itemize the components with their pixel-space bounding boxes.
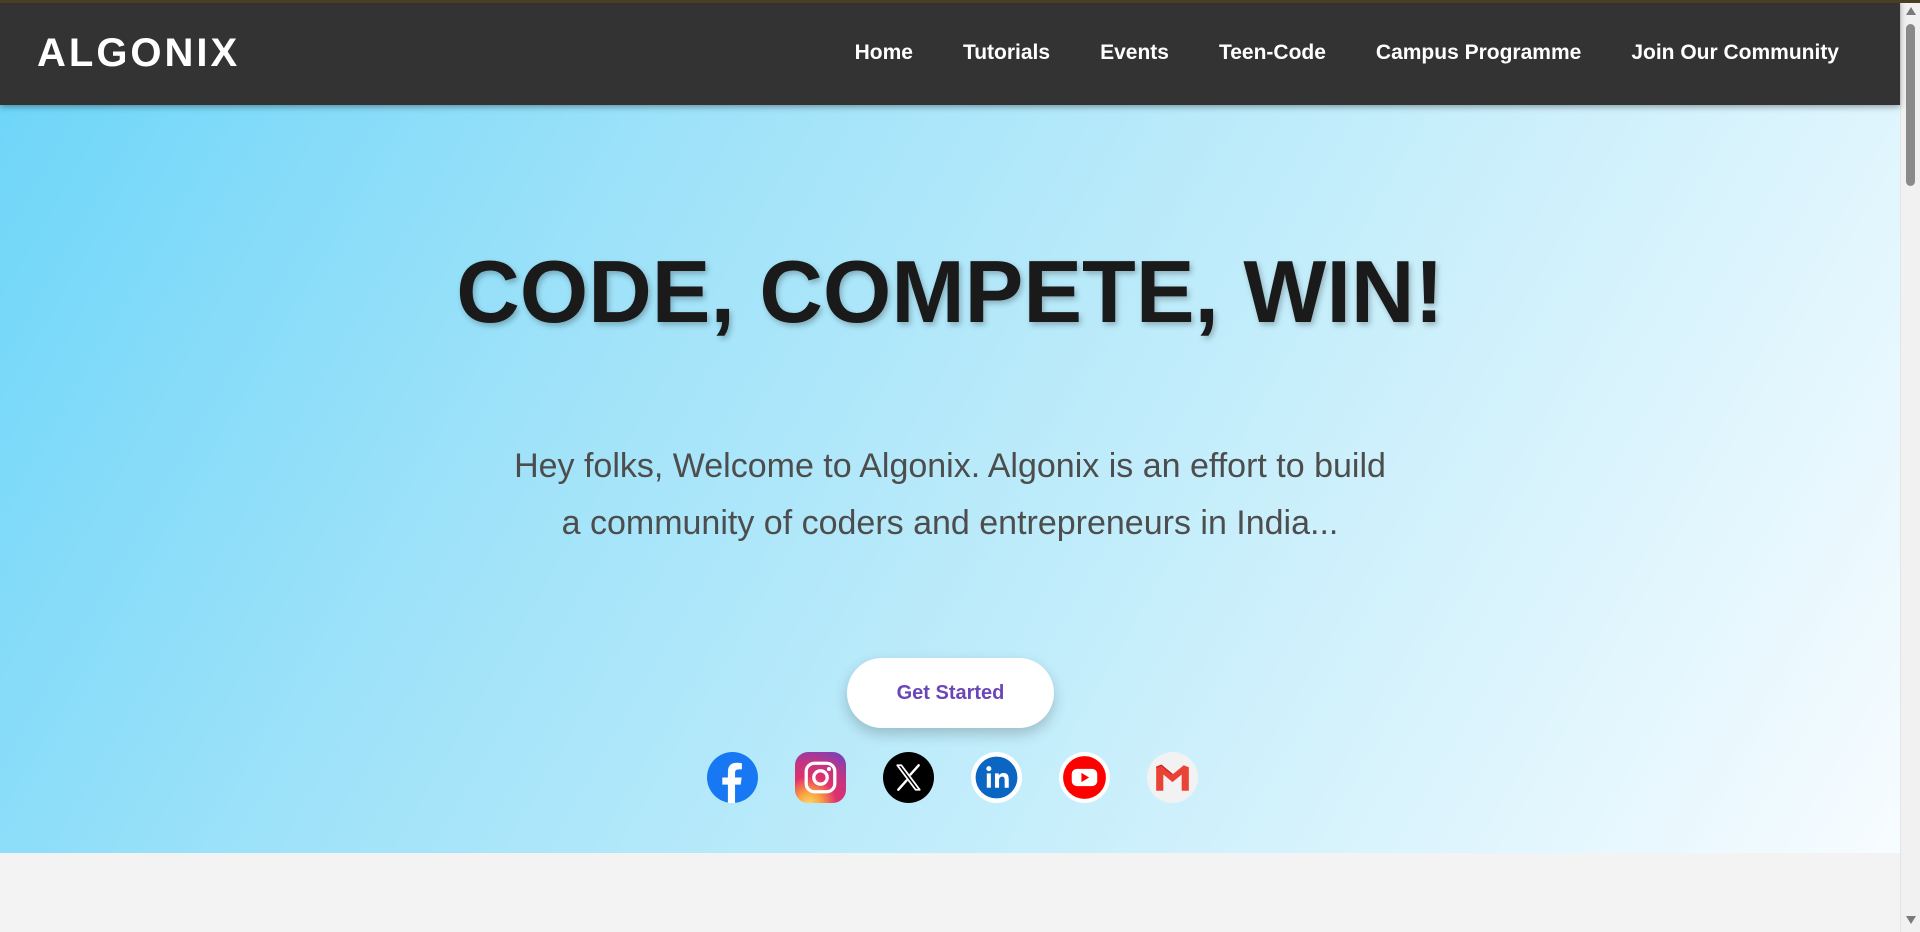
hero-section: CODE, COMPETE, WIN! Hey folks, Welcome t… [0, 105, 1900, 853]
scroll-up-arrow-icon[interactable] [1906, 7, 1916, 15]
nav-link-join-community[interactable]: Join Our Community [1631, 40, 1839, 66]
hero-headline: CODE, COMPETE, WIN! [456, 242, 1444, 341]
nav-link-events[interactable]: Events [1100, 40, 1169, 66]
get-started-button[interactable]: Get Started [847, 658, 1054, 728]
nav-link-home[interactable]: Home [855, 40, 913, 66]
social-links [707, 752, 1198, 803]
nav-link-tutorials[interactable]: Tutorials [963, 40, 1050, 66]
x-icon[interactable] [883, 752, 934, 803]
gmail-icon[interactable] [1147, 752, 1198, 803]
scrollbar-thumb[interactable] [1906, 24, 1915, 186]
page-scrollbar[interactable] [1900, 0, 1920, 932]
nav-links: Home Tutorials Events Teen-Code Campus P… [855, 40, 1839, 66]
linkedin-icon[interactable] [971, 752, 1022, 803]
window-top-border [0, 0, 1920, 3]
nav-link-teen-code[interactable]: Teen-Code [1219, 40, 1326, 66]
site-logo[interactable]: ALGONIX [37, 30, 240, 76]
facebook-icon[interactable] [707, 752, 758, 803]
nav-link-campus-programme[interactable]: Campus Programme [1376, 40, 1581, 66]
top-navbar: ALGONIX Home Tutorials Events Teen-Code … [0, 0, 1900, 105]
scroll-down-arrow-icon[interactable] [1906, 916, 1916, 924]
hero-intro-text: Hey folks, Welcome to Algonix. Algonix i… [514, 447, 1386, 542]
instagram-icon[interactable] [795, 752, 846, 803]
youtube-icon[interactable] [1059, 752, 1110, 803]
